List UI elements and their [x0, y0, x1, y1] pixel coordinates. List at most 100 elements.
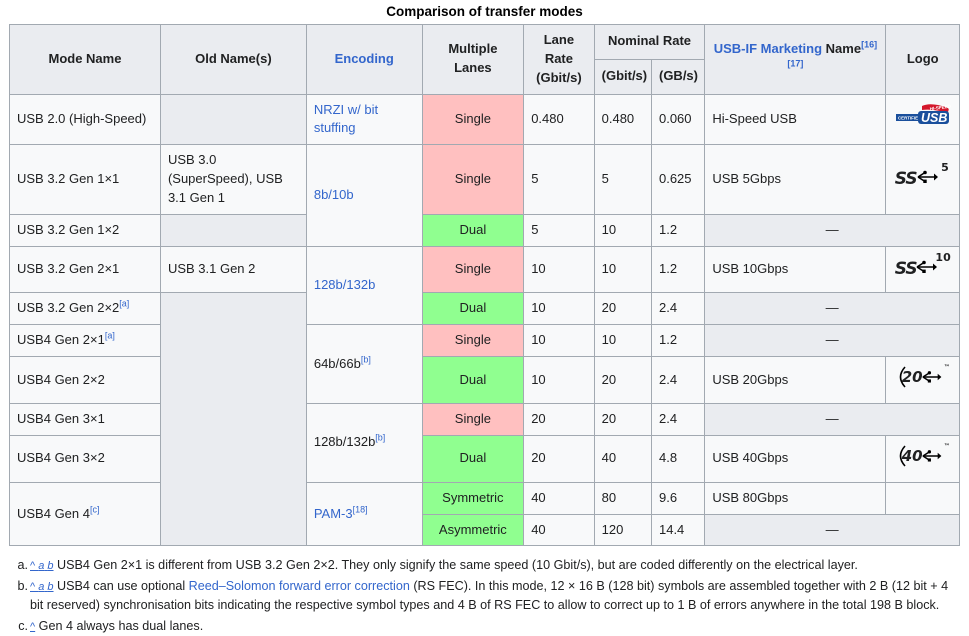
cell-logo: 20 ™ [885, 356, 960, 404]
cell-lane-rate: 10 [523, 356, 595, 404]
col-nominal-rate: Nominal Rate [593, 24, 706, 60]
cell-lanes: Single [421, 144, 525, 215]
lane-rate-line1: Lane [543, 32, 575, 47]
cell-nominal-gb: 4.8 [650, 434, 706, 483]
cell-marketing-name: — [704, 213, 960, 247]
cell-logo [885, 481, 960, 515]
lane-rate-line3: (Gbit/s) [536, 69, 582, 85]
cell-encoding: 8b/10b [305, 144, 423, 247]
footnote-marker: a. [17, 558, 28, 573]
cell-lane-rate: 10 [523, 245, 595, 294]
cell-old-name: USB 3.0 (SuperSpeed), USB 3.1 Gen 1 [159, 144, 307, 215]
cell-nominal-gbit: 5 [593, 144, 652, 215]
cell-nominal-gb: 2.4 [650, 292, 706, 326]
encoding-value-link[interactable]: PAM-3 [314, 506, 353, 521]
cell-logo: SS 5 [885, 144, 960, 215]
cell-encoding: 64b/66b[b] [305, 324, 423, 404]
lane-rate-line2: Rate [544, 50, 573, 66]
ref-b[interactable]: [b] [375, 433, 385, 443]
cell-nominal-gb: 14.4 [650, 513, 706, 547]
cell-marketing-name: USB 10Gbps [704, 245, 887, 294]
ref-16[interactable]: [16] [861, 40, 877, 50]
ref-a[interactable]: [a] [105, 331, 115, 341]
col-nominal-gbit: (Gbit/s) [593, 58, 652, 95]
encoding-value: 64b/66b [313, 355, 361, 371]
encoding-value-link[interactable]: 128b/132b [314, 277, 375, 292]
footnote-text: Gen 4 always has dual lanes. [38, 619, 204, 634]
table-row: USB 3.2 Gen 2×1 USB 3.1 Gen 2 128b/132b … [9, 245, 960, 326]
ref-b[interactable]: [b] [361, 354, 371, 364]
cell-lanes: Single [421, 93, 525, 146]
cell-nominal-gbit: 0.480 [593, 93, 652, 146]
cell-mode-name: USB4 Gen 3×2 [9, 434, 161, 483]
mode-label: USB4 Gen 4 [17, 505, 90, 521]
cell-nominal-gb: 0.060 [650, 93, 706, 146]
table-row: USB4 Gen 4[c] PAM-3[18] Symmetric 40 80 … [9, 481, 960, 547]
cell-lane-rate: 10 [523, 324, 595, 358]
cell-old-name [159, 213, 307, 247]
cell-mode-name: USB 3.2 Gen 2×2[a] [9, 292, 161, 326]
svg-text:USB: USB [921, 111, 947, 125]
table-caption: Comparison of transfer modes [386, 4, 583, 19]
cell-lane-rate: 10 [523, 292, 595, 326]
cell-lanes: Dual [421, 356, 525, 404]
ref-17[interactable]: [17] [787, 59, 803, 69]
cell-lanes: Dual [421, 292, 525, 326]
encoding-value: 128b/132b [313, 434, 376, 450]
footnote-backref[interactable]: ^ [30, 621, 35, 633]
cell-marketing-name: — [704, 324, 960, 358]
col-nominal-gb: (GB/s) [650, 58, 706, 95]
footnote-item: c. ^ Gen 4 always has dual lanes. [18, 617, 955, 636]
encoding-value-link[interactable]: 8b/10b [314, 187, 354, 202]
table-row: USB4 Gen 3×2 Dual 20 40 4.8 USB 40Gbps 4… [9, 434, 960, 483]
encoding-link[interactable]: Encoding [335, 51, 394, 66]
ref-a[interactable]: [a] [119, 299, 129, 309]
cell-nominal-gbit: 10 [593, 324, 652, 358]
cell-nominal-gb: 2.4 [650, 402, 706, 436]
ref-18[interactable]: [18] [353, 504, 368, 514]
mode-label: USB4 Gen 2×1 [17, 332, 105, 348]
cell-lane-rate: 5 [523, 144, 595, 215]
cell-nominal-gbit: 20 [593, 292, 652, 326]
ref-c[interactable]: [c] [90, 504, 100, 514]
cell-mode-name: USB4 Gen 3×1 [9, 402, 161, 436]
cell-marketing-name: — [704, 292, 960, 326]
cell-marketing-name: — [704, 402, 960, 436]
cell-mode-name: USB4 Gen 2×2 [9, 356, 161, 404]
footnote-backref[interactable]: ^ a b [30, 560, 54, 572]
cell-nominal-gbit: 80 [593, 481, 652, 515]
table-row: USB4 Gen 2×2 Dual 10 20 2.4 USB 20Gbps 2… [9, 356, 960, 404]
footnote-item: b. ^ a b USB4 can use optional Reed–Solom… [17, 577, 955, 615]
cell-mode-name: USB 3.2 Gen 2×1 [9, 245, 161, 294]
cell-nominal-gbit: 10 [593, 213, 652, 247]
cell-lanes: Dual [421, 213, 525, 247]
cell-marketing-name: USB 40Gbps [704, 434, 887, 483]
cell-old-name: USB 3.1 Gen 2 [159, 245, 307, 294]
transfer-modes-table: Mode Name Old Name(s) Encoding Multiple … [9, 24, 960, 547]
reed-solomon-link[interactable]: Reed–Solomon forward error correction [189, 579, 410, 593]
encoding-value-link[interactable]: NRZI w/ bit stuffing [314, 102, 378, 136]
cell-lane-rate: 20 [523, 434, 595, 483]
svg-text:CERTIFIED: CERTIFIED [898, 116, 921, 121]
usb-if-link[interactable]: USB-IF Marketing [714, 41, 822, 56]
cell-lane-rate: 0.480 [523, 93, 595, 146]
table-row: USB 3.2 Gen 1×1 USB 3.0 (SuperSpeed), US… [9, 144, 960, 247]
table-row: USB4 Gen 3×1 128b/132b[b] Single 20 20 2… [9, 402, 960, 483]
cell-encoding: PAM-3[18] [305, 481, 423, 547]
cell-nominal-gb: 2.4 [650, 356, 706, 404]
cell-marketing-name: USB 5Gbps [704, 144, 887, 215]
cell-encoding: 128b/132b[b] [305, 402, 423, 483]
cell-nominal-gb: 1.2 [650, 324, 706, 358]
footnote-text: USB4 Gen 2×1 is different from USB 3.2 G… [57, 558, 858, 573]
cell-nominal-gb: 1.2 [650, 213, 706, 247]
cell-mode-name: USB4 Gen 2×1[a] [9, 324, 161, 358]
footnote-text-pre: USB4 can use optional [57, 579, 189, 594]
cell-mode-name: USB 3.2 Gen 1×2 [9, 213, 161, 247]
table-header-row-1: Mode Name Old Name(s) Encoding Multiple … [9, 24, 960, 95]
cell-nominal-gbit: 10 [593, 245, 652, 294]
col-old-names: Old Name(s) [159, 24, 307, 95]
cell-encoding: NRZI w/ bit stuffing [305, 93, 423, 146]
cell-logo: SS 10 [885, 245, 960, 294]
footnote-backref[interactable]: ^ a b [30, 581, 54, 593]
cell-lane-rate: 20 [523, 402, 595, 436]
